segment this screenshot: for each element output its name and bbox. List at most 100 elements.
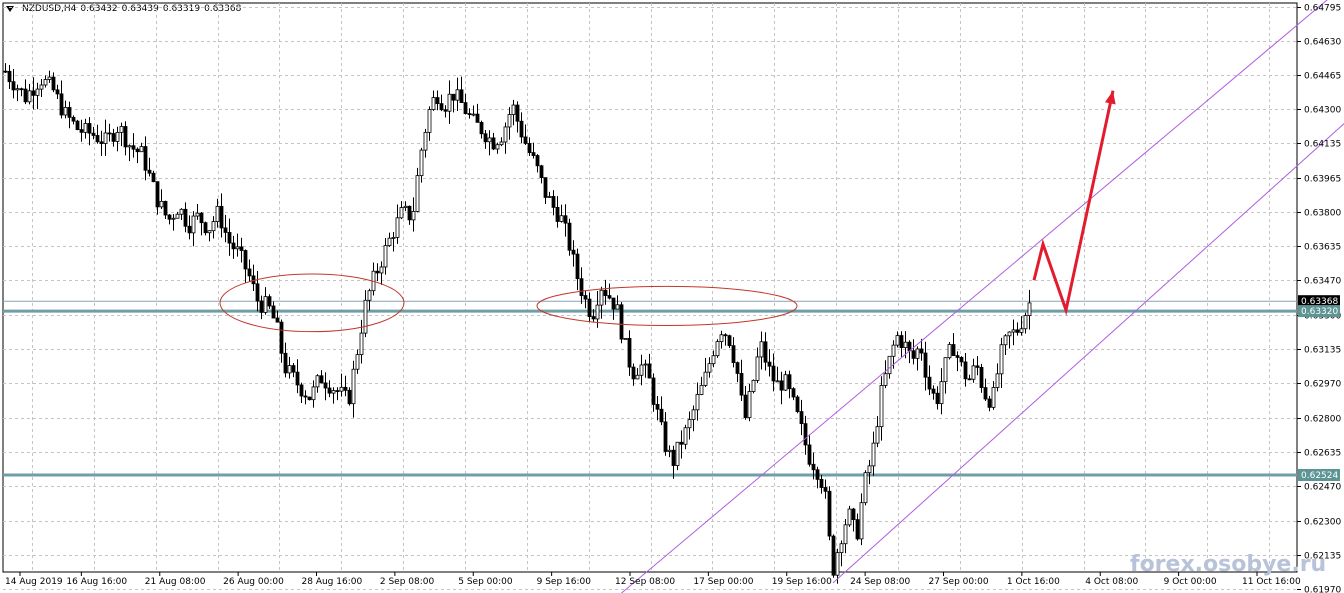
candle-body bbox=[379, 266, 384, 274]
candle-body bbox=[827, 490, 832, 537]
candle-body bbox=[951, 344, 956, 356]
level-price-tag: 0.63320 bbox=[1301, 307, 1338, 317]
price-axis: 0.64795 0.64630 0.64465 0.64300 0.64135 0.639… bbox=[1297, 4, 1341, 593]
candle-body bbox=[143, 146, 148, 171]
candle-body bbox=[855, 519, 860, 540]
candle-body bbox=[199, 212, 204, 224]
candle-body bbox=[591, 316, 596, 320]
time-tick-label: 16 Aug 16:00 bbox=[66, 577, 127, 587]
forecast-arrow-path bbox=[1032, 90, 1115, 316]
horizontal-levels bbox=[3, 300, 1297, 477]
price-tick-label: 0.63135 bbox=[1304, 346, 1341, 356]
candle-body bbox=[71, 116, 76, 122]
candle-body bbox=[1007, 331, 1012, 337]
candle-body bbox=[175, 213, 180, 219]
candle-body bbox=[887, 355, 892, 375]
candle-body bbox=[419, 149, 424, 177]
candle-body bbox=[239, 246, 244, 251]
candle-body bbox=[527, 143, 532, 153]
candle-body bbox=[391, 237, 396, 239]
candle-body bbox=[467, 113, 472, 116]
candle-body bbox=[771, 365, 776, 382]
candle-body bbox=[643, 363, 648, 366]
candle-body bbox=[443, 109, 448, 112]
candle-body bbox=[799, 411, 804, 425]
candle-body bbox=[187, 225, 192, 234]
candle-body bbox=[971, 365, 976, 380]
candle-body bbox=[511, 104, 516, 115]
candle-body bbox=[471, 113, 476, 116]
candle-body bbox=[939, 381, 944, 405]
candle-body bbox=[107, 132, 112, 135]
candle-body bbox=[355, 354, 360, 370]
candle-body bbox=[319, 375, 324, 384]
candle-body bbox=[211, 221, 216, 232]
candle-body bbox=[871, 442, 876, 467]
candle-body bbox=[659, 408, 664, 423]
price-tick-label: 0.62800 bbox=[1304, 415, 1341, 425]
candle-body bbox=[815, 469, 820, 480]
candle-body bbox=[547, 196, 552, 198]
candle-body bbox=[915, 348, 920, 359]
candle-body bbox=[87, 123, 92, 134]
candle-body bbox=[255, 283, 260, 302]
price-tick-label: 0.62470 bbox=[1304, 483, 1341, 493]
candle-body bbox=[543, 177, 548, 198]
candle-body bbox=[243, 250, 248, 270]
price-chart[interactable]: 0.64795 0.64630 0.64465 0.64300 0.64135 0.639… bbox=[0, 0, 1344, 593]
candle-body bbox=[1027, 302, 1032, 316]
candle-body bbox=[339, 386, 344, 392]
candle-body bbox=[459, 89, 464, 104]
candle-body bbox=[811, 463, 816, 471]
candle-body bbox=[439, 103, 444, 111]
time-tick-label: 19 Sep 16:00 bbox=[772, 577, 832, 587]
candle-body bbox=[39, 84, 44, 90]
time-tick-label: 1 Oct 16:00 bbox=[1007, 577, 1060, 587]
candle-body bbox=[767, 361, 772, 367]
candle-body bbox=[155, 181, 160, 208]
price-tick-label: 0.62300 bbox=[1304, 518, 1341, 528]
candle-body bbox=[895, 335, 900, 346]
candle-body bbox=[675, 441, 680, 466]
candle-body bbox=[127, 145, 132, 148]
candle-body bbox=[819, 478, 824, 488]
candle-body bbox=[531, 152, 536, 156]
candle-body bbox=[523, 136, 528, 144]
candle-body bbox=[1003, 335, 1008, 346]
candle-body bbox=[795, 396, 800, 412]
candle-body bbox=[611, 297, 616, 310]
candle-body bbox=[835, 552, 840, 576]
candle-body bbox=[807, 444, 812, 465]
candle-body bbox=[983, 387, 988, 400]
candle-body bbox=[179, 208, 184, 215]
candle-body bbox=[291, 365, 296, 373]
candle-body bbox=[735, 362, 740, 374]
candle-body bbox=[423, 131, 428, 151]
price-tick-label: 0.64795 bbox=[1304, 4, 1341, 14]
candle-body bbox=[491, 137, 496, 150]
candle-body bbox=[43, 79, 48, 86]
candle-body bbox=[227, 232, 232, 244]
candle-body bbox=[435, 97, 440, 104]
chart-grid bbox=[2, 2, 1298, 590]
candle-body bbox=[571, 249, 576, 255]
candle-body bbox=[215, 205, 220, 222]
candle-body bbox=[707, 363, 712, 373]
candle-body bbox=[727, 335, 732, 347]
candle-body bbox=[599, 289, 604, 306]
candle-body bbox=[535, 155, 540, 167]
candle-body bbox=[963, 361, 968, 380]
candle-body bbox=[347, 389, 352, 405]
candle-body bbox=[787, 374, 792, 390]
candle-body bbox=[279, 321, 284, 354]
candle-body bbox=[271, 305, 276, 319]
candle-body bbox=[275, 317, 280, 323]
candle-body bbox=[755, 356, 760, 381]
candle-body bbox=[11, 81, 16, 91]
candle-body bbox=[283, 352, 288, 374]
time-tick-label: 9 Oct 00:00 bbox=[1164, 577, 1217, 587]
candle-body bbox=[479, 121, 484, 135]
candle-body bbox=[203, 222, 208, 234]
candle-body bbox=[463, 102, 468, 115]
candle-body bbox=[31, 90, 36, 96]
